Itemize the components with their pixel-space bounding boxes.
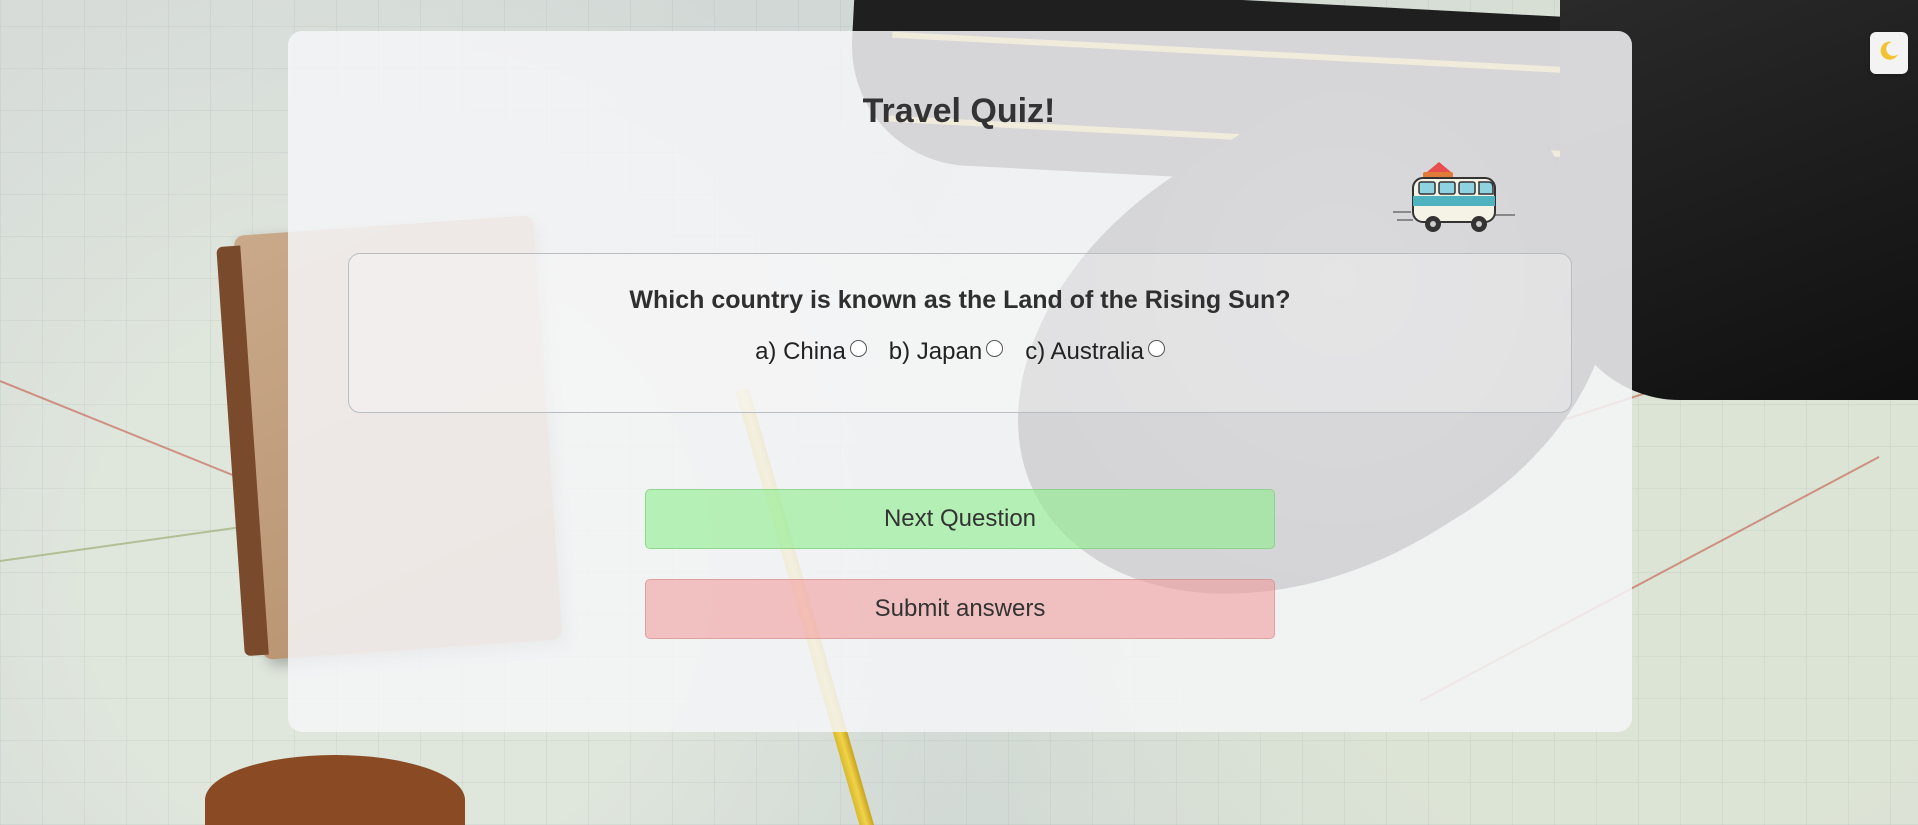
- page-title: Travel Quiz!: [862, 92, 1056, 130]
- option-label: b) Japan: [888, 338, 983, 365]
- option-japan[interactable]: b) Japan: [888, 338, 1004, 366]
- radio-button[interactable]: [986, 339, 1004, 357]
- question-text: Which country is known as the Land of th…: [629, 286, 1291, 314]
- submit-answers-button[interactable]: Submit answers: [645, 579, 1275, 639]
- camper-van-icon: [1393, 160, 1515, 240]
- moon-icon: [1877, 39, 1901, 68]
- answer-options: a) China b) Japan c) Australia: [349, 338, 1571, 366]
- option-label: c) Australia: [1025, 338, 1144, 365]
- next-question-button[interactable]: Next Question: [645, 489, 1275, 549]
- option-label: a) China: [755, 338, 846, 365]
- radio-button[interactable]: [1147, 339, 1165, 357]
- option-australia[interactable]: c) Australia: [1025, 338, 1165, 366]
- option-china[interactable]: a) China: [755, 338, 867, 366]
- radio-button[interactable]: [849, 339, 867, 357]
- question-card: Which country is known as the Land of th…: [348, 253, 1572, 413]
- theme-toggle-button[interactable]: [1870, 32, 1908, 74]
